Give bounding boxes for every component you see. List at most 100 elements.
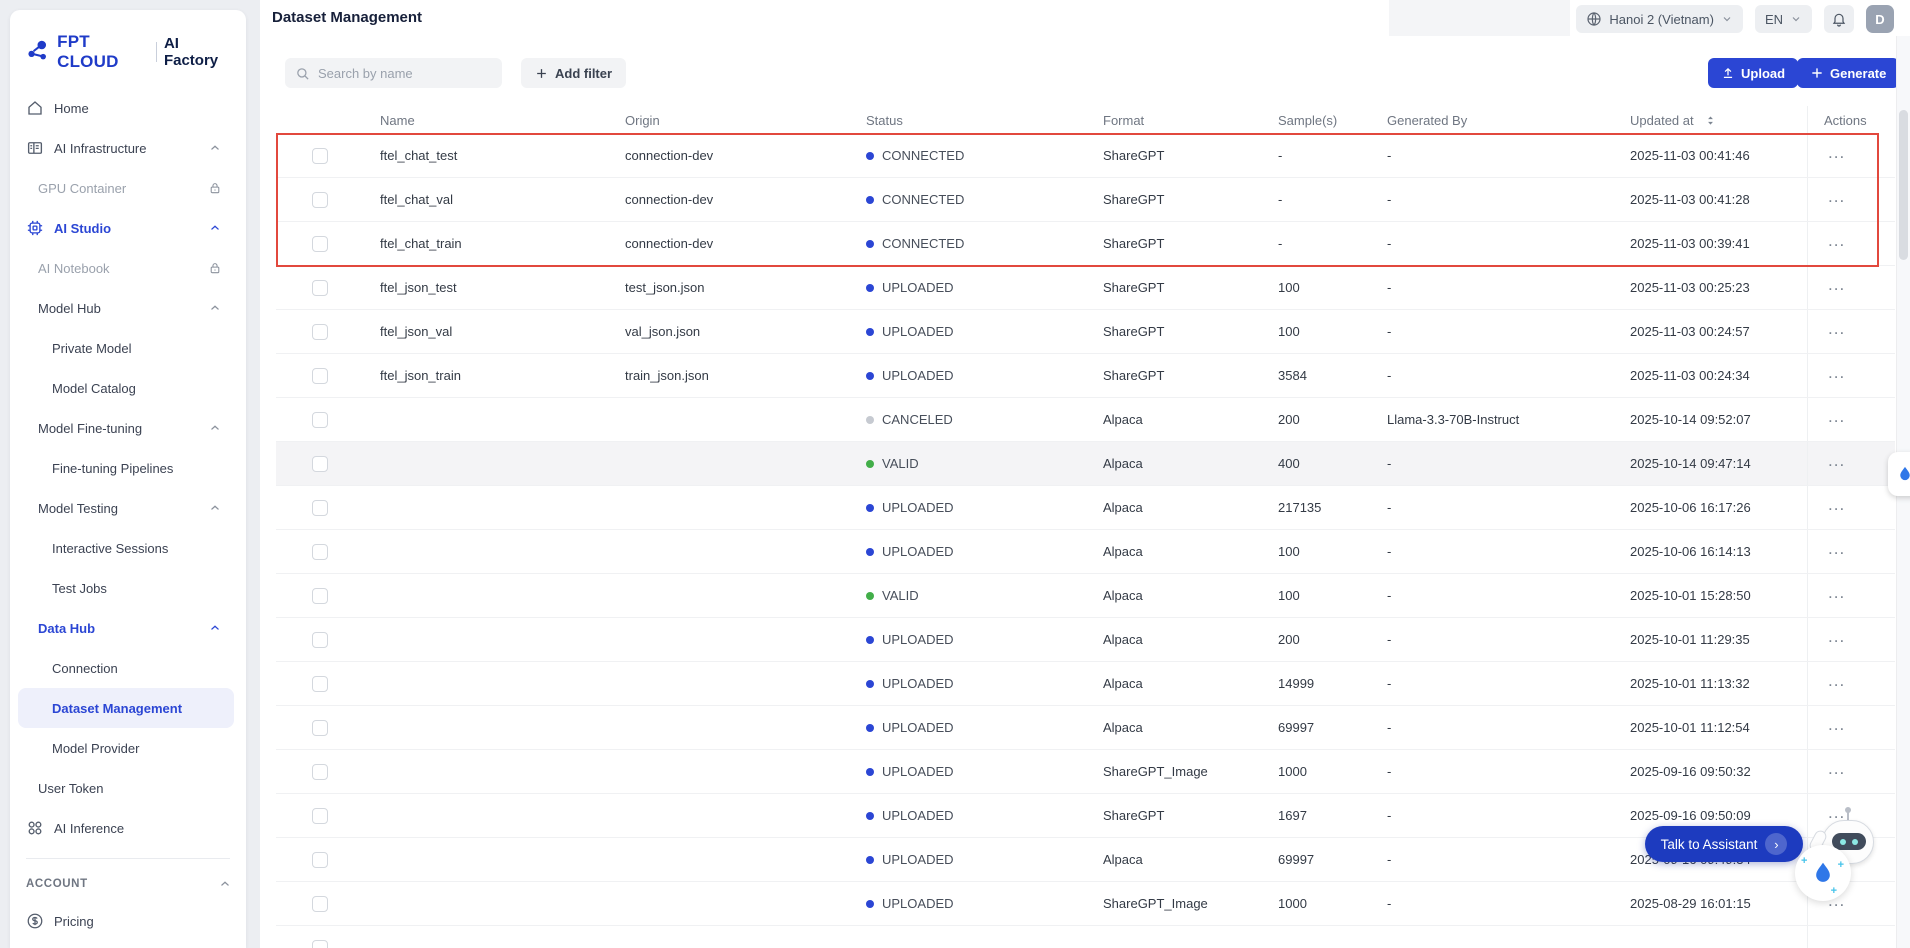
row-checkbox[interactable] <box>312 499 328 516</box>
actions-cell <box>1807 926 1895 948</box>
sidebar-item-fine-tuning-pipelines[interactable]: Fine-tuning Pipelines <box>10 448 236 488</box>
row-checkbox[interactable] <box>312 675 328 692</box>
row-actions-button[interactable]: ... <box>1824 144 1845 167</box>
row-actions-button[interactable]: ... <box>1824 584 1845 607</box>
upload-button[interactable]: Upload <box>1708 58 1799 88</box>
status-cell <box>850 926 1087 948</box>
sidebar-item-test-jobs[interactable]: Test Jobs <box>10 568 236 608</box>
generated-by-value: - <box>1387 588 1392 603</box>
checkbox-cell <box>276 442 364 485</box>
row-actions-button[interactable]: ... <box>1824 672 1845 695</box>
sidebar-item-model-fine-tuning[interactable]: Model Fine-tuning <box>10 408 236 448</box>
format-cell: ShareGPT <box>1087 354 1262 397</box>
row-actions-button[interactable]: ... <box>1824 364 1845 387</box>
sidebar-item-home[interactable]: Home <box>10 88 236 128</box>
row-checkbox[interactable] <box>312 807 328 824</box>
chevron-down-icon <box>1790 13 1802 25</box>
app-logo[interactable]: FPT CLOUD AI Factory <box>10 24 246 88</box>
sidebar-item-user-token[interactable]: User Token <box>10 768 236 808</box>
sidebar-item-dataset-management[interactable]: Dataset Management <box>18 688 234 728</box>
user-avatar[interactable]: D <box>1866 5 1894 33</box>
sidebar-item-connection[interactable]: Connection <box>10 648 236 688</box>
row-checkbox[interactable] <box>312 191 328 208</box>
row-actions-button[interactable]: ... <box>1824 716 1845 739</box>
origin-value: connection-dev <box>625 236 714 251</box>
row-checkbox[interactable] <box>312 235 328 252</box>
row-checkbox[interactable] <box>312 367 328 384</box>
column-header-updated-at[interactable]: Updated at <box>1614 106 1807 134</box>
sidebar-item-ai-studio[interactable]: AI Studio <box>10 208 236 248</box>
updated-at-value: 2025-11-03 00:39:41 <box>1630 236 1750 251</box>
status-cell: UPLOADED <box>850 750 1087 793</box>
sidebar-item-interactive-sessions[interactable]: Interactive Sessions <box>10 528 236 568</box>
generated-by-cell: - <box>1371 838 1614 881</box>
row-checkbox[interactable] <box>312 631 328 648</box>
language-selector[interactable]: EN <box>1754 5 1812 33</box>
row-checkbox[interactable] <box>312 455 328 472</box>
format-cell: Alpaca <box>1087 486 1262 529</box>
row-checkbox[interactable] <box>312 323 328 340</box>
region-selector[interactable]: Hanoi 2 (Vietnam) <box>1576 5 1743 33</box>
row-actions-button[interactable]: ... <box>1824 760 1845 783</box>
checkbox-cell <box>276 266 364 309</box>
sidebar-section-account[interactable]: ACCOUNT <box>10 867 246 901</box>
origin-value: test_json.json <box>625 280 705 295</box>
water-drop-badge[interactable]: + + + <box>1795 845 1851 901</box>
generate-button[interactable]: Generate <box>1797 58 1900 88</box>
row-checkbox[interactable] <box>312 851 328 868</box>
sidebar-item-billing[interactable]: Billing <box>10 941 236 948</box>
generated-by-value: - <box>1387 676 1392 691</box>
sidebar-item-label: AI Infrastructure <box>54 140 147 156</box>
row-actions-button[interactable]: ... <box>1824 276 1845 299</box>
sidebar-item-model-provider[interactable]: Model Provider <box>10 728 236 768</box>
sidebar-item-gpu-container[interactable]: GPU Container <box>10 168 236 208</box>
add-filter-button[interactable]: Add filter <box>521 58 627 88</box>
sidebar-item-model-testing[interactable]: Model Testing <box>10 488 236 528</box>
generated-by-cell <box>1371 926 1614 948</box>
row-checkbox[interactable] <box>312 279 328 296</box>
sidebar-item-ai-infrastructure[interactable]: AI Infrastructure <box>10 128 236 168</box>
sidebar-item-data-hub[interactable]: Data Hub <box>10 608 236 648</box>
generated-by-cell: - <box>1371 178 1614 221</box>
sidebar-item-ai-inference[interactable]: AI Inference <box>10 808 236 848</box>
row-actions-button[interactable]: ... <box>1824 540 1845 563</box>
sidebar-item-private-model[interactable]: Private Model <box>10 328 236 368</box>
sidebar-item-model-catalog[interactable]: Model Catalog <box>10 368 236 408</box>
row-checkbox[interactable] <box>312 763 328 780</box>
table-row <box>276 926 1895 948</box>
status-label: UPLOADED <box>882 764 954 779</box>
table-row: VALID Alpaca 400 - 2025-10-14 09:47:14... <box>276 442 1895 486</box>
sidebar-item-pricing[interactable]: Pricing <box>10 901 236 941</box>
row-actions-button[interactable]: ... <box>1824 452 1845 475</box>
search-input[interactable] <box>318 65 492 81</box>
origin-cell: test_json.json <box>609 266 850 309</box>
scrollbar-thumb[interactable] <box>1899 110 1908 260</box>
row-actions-button[interactable]: ... <box>1824 408 1845 431</box>
row-checkbox[interactable] <box>312 719 328 736</box>
notifications-button[interactable] <box>1824 5 1854 33</box>
assistant-minimized-icon[interactable] <box>1888 452 1910 496</box>
row-actions-button[interactable]: ... <box>1824 232 1845 255</box>
row-checkbox[interactable] <box>312 895 328 912</box>
sort-icon[interactable] <box>1704 114 1717 127</box>
status-dot <box>866 635 874 644</box>
row-checkbox[interactable] <box>312 587 328 604</box>
table-body: ftel_chat_test connection-dev CONNECTED Sha… <box>276 134 1895 948</box>
row-checkbox[interactable] <box>312 543 328 560</box>
row-checkbox[interactable] <box>312 147 328 164</box>
origin-cell <box>609 530 850 573</box>
origin-cell <box>609 442 850 485</box>
row-actions-button[interactable]: ... <box>1824 628 1845 651</box>
format-cell: Alpaca <box>1087 662 1262 705</box>
sidebar-item-ai-notebook[interactable]: AI Notebook <box>10 248 236 288</box>
row-checkbox[interactable] <box>312 939 328 948</box>
sidebar: FPT CLOUD AI Factory Home AI Infrastructu… <box>10 10 246 948</box>
row-actions-button[interactable]: ... <box>1824 188 1845 211</box>
row-checkbox[interactable] <box>312 411 328 428</box>
row-actions-button[interactable]: ... <box>1824 320 1845 343</box>
row-actions-button[interactable]: ... <box>1824 496 1845 519</box>
status-cell: UPLOADED <box>850 310 1087 353</box>
talk-to-assistant-button[interactable]: Talk to Assistant › <box>1645 826 1803 862</box>
table-row: ftel_chat_val connection-dev CONNECTED Shar… <box>276 178 1895 222</box>
sidebar-item-model-hub[interactable]: Model Hub <box>10 288 236 328</box>
